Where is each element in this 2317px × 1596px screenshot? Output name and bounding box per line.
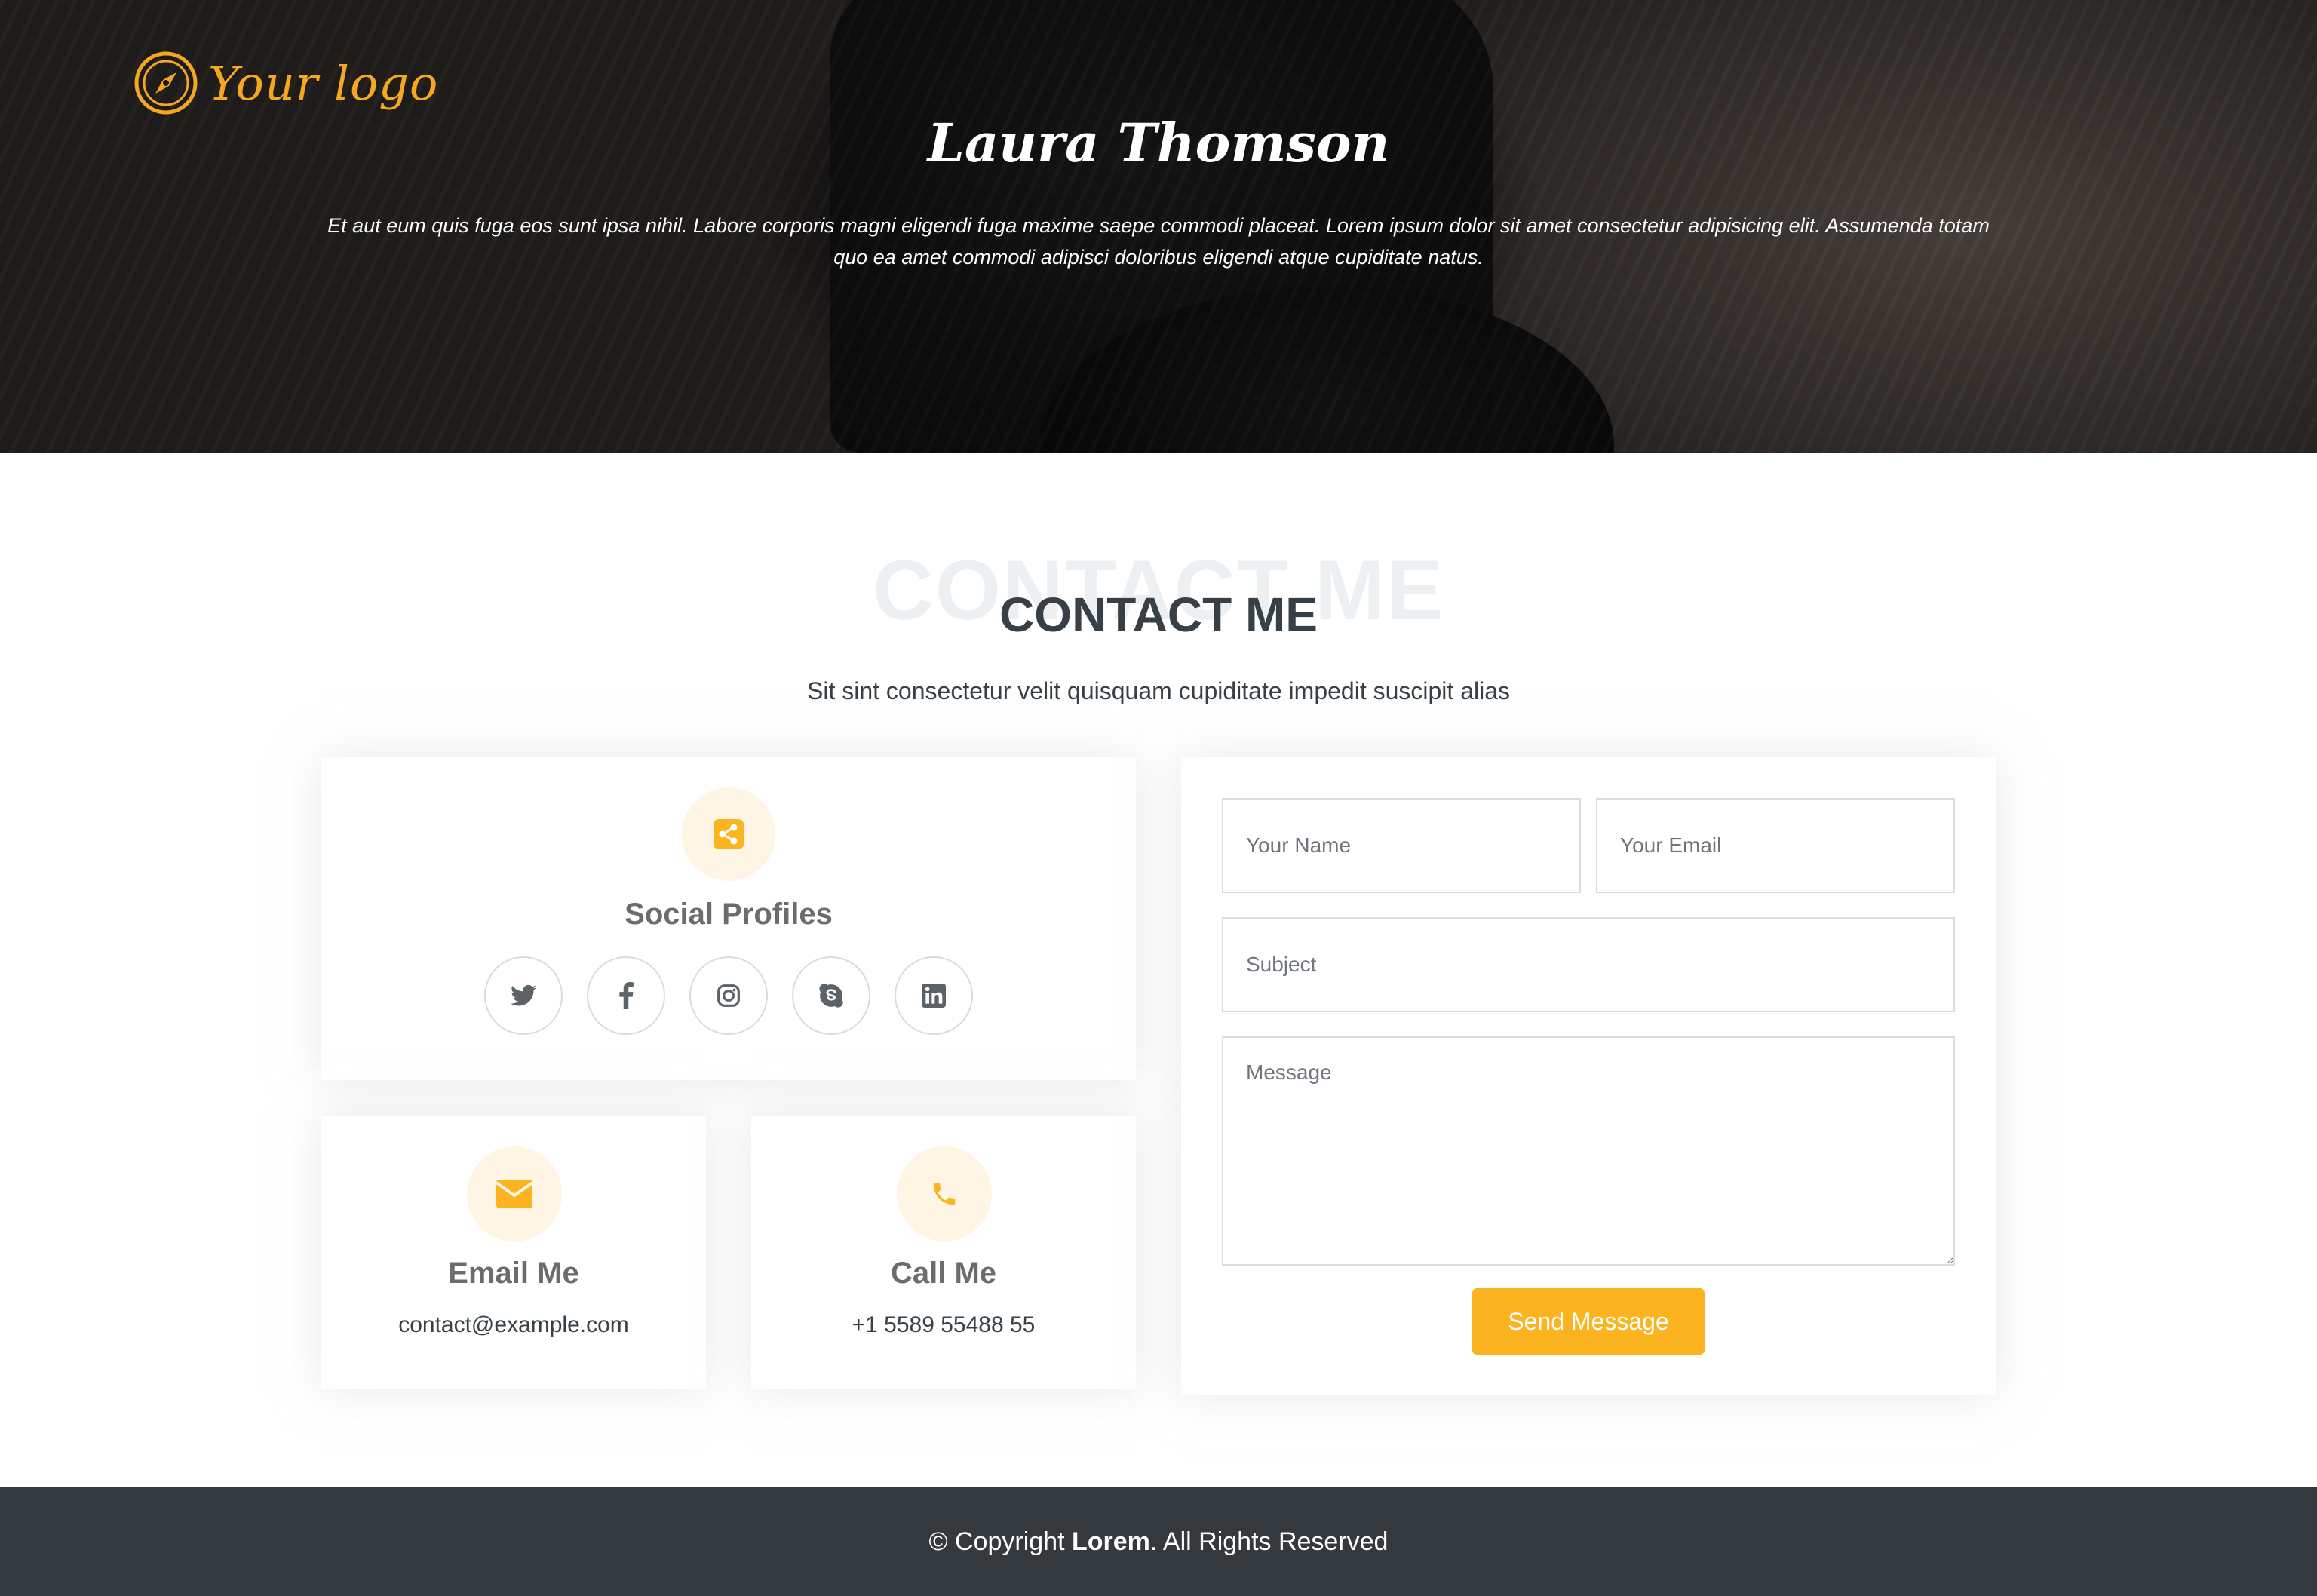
social-profiles-heading: Social Profiles [625, 898, 833, 931]
facebook-icon [619, 982, 634, 1009]
section-subtitle: Sit sint consectetur velit quisquam cupi… [807, 677, 1510, 704]
envelope-icon [496, 1180, 532, 1208]
instagram-icon [717, 984, 740, 1007]
logo-text: Your logo [208, 55, 439, 111]
phone-icon [933, 1183, 956, 1205]
copyright-suffix: . All Rights Reserved [1149, 1527, 1389, 1556]
contact-form-card: Send Message [1181, 757, 1996, 1395]
email-heading: Email Me [448, 1257, 579, 1290]
linkedin-icon [922, 984, 946, 1008]
message-textarea[interactable] [1222, 1036, 1955, 1266]
call-heading: Call Me [890, 1257, 997, 1290]
social-links [321, 956, 1136, 1035]
subject-input[interactable] [1222, 917, 1955, 1012]
phone-number-link[interactable]: +1 5589 55488 55 [751, 1312, 1136, 1338]
hero-title: Laura Thomson [927, 112, 1390, 174]
share-icon [714, 819, 744, 849]
phone-icon-circle [897, 1146, 992, 1242]
instagram-link[interactable] [689, 956, 768, 1035]
hero-header: Your logo Laura Thomson Et aut eum quis … [0, 0, 2317, 453]
email-address-link[interactable]: contact@example.com [321, 1312, 706, 1338]
section-title: CONTACT ME [999, 588, 1318, 642]
logo-link[interactable]: Your logo [133, 50, 438, 116]
twitter-link[interactable] [484, 956, 563, 1035]
share-icon-circle [682, 787, 775, 881]
send-message-button[interactable]: Send Message [1472, 1288, 1705, 1355]
twitter-icon [511, 984, 536, 1006]
social-profiles-card: Social Profiles [321, 757, 1136, 1080]
email-card: Email Me contact@example.com [321, 1116, 706, 1389]
skype-icon [819, 984, 843, 1008]
skype-link[interactable] [792, 956, 870, 1035]
copyright-prefix: © Copyright [928, 1527, 1072, 1556]
envelope-icon-circle [467, 1146, 562, 1242]
call-card: Call Me +1 5589 55488 55 [751, 1116, 1136, 1389]
compass-icon [134, 51, 198, 115]
linkedin-link[interactable] [895, 956, 973, 1035]
copyright-brand: Lorem [1071, 1527, 1150, 1556]
hero-description: Et aut eum quis fuga eos sunt ipsa nihil… [327, 214, 1990, 269]
facebook-link[interactable] [587, 956, 665, 1035]
footer: © Copyright Lorem . All Rights Reserved [0, 1487, 2317, 1596]
email-input[interactable] [1596, 798, 1955, 893]
name-input[interactable] [1222, 798, 1581, 893]
